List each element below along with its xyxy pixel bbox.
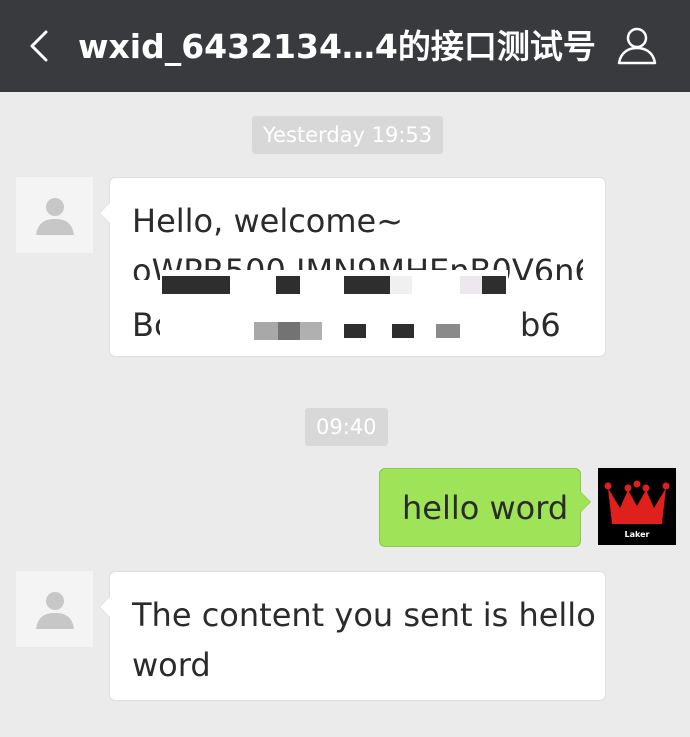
message-text-line: Hello, welcome~ bbox=[132, 202, 404, 240]
message-text-line: b6 bbox=[520, 306, 561, 344]
contact-avatar[interactable] bbox=[16, 177, 93, 253]
profile-icon[interactable] bbox=[614, 26, 660, 66]
contact-avatar[interactable] bbox=[16, 571, 93, 647]
default-avatar-icon bbox=[35, 592, 74, 629]
timestamp-label: 09:40 bbox=[305, 408, 388, 446]
timestamp-label: Yesterday 19:53 bbox=[252, 116, 444, 154]
back-arrow-icon[interactable] bbox=[22, 26, 62, 66]
redaction-mask bbox=[160, 270, 508, 348]
default-avatar-icon bbox=[35, 198, 74, 235]
top-bar: wxid_6432134…4的接口测试号 bbox=[0, 0, 690, 92]
message-text-line: word bbox=[132, 646, 211, 684]
message-bubble-outgoing[interactable]: hello word bbox=[379, 468, 591, 547]
avatar-label: Laker bbox=[624, 530, 650, 539]
self-avatar[interactable]: Laker bbox=[598, 468, 676, 545]
message-text-line: The content you sent is hello bbox=[132, 596, 596, 634]
message-text: hello word bbox=[402, 489, 569, 527]
message-bubble-incoming[interactable]: The content you sent is hello word bbox=[99, 571, 606, 701]
message-bubble-incoming[interactable]: Hello, welcome~ oWPR500 IMN9MHEnB0V6n6 B… bbox=[99, 177, 606, 357]
chat-title: wxid_6432134…4的接口测试号 bbox=[78, 27, 596, 66]
